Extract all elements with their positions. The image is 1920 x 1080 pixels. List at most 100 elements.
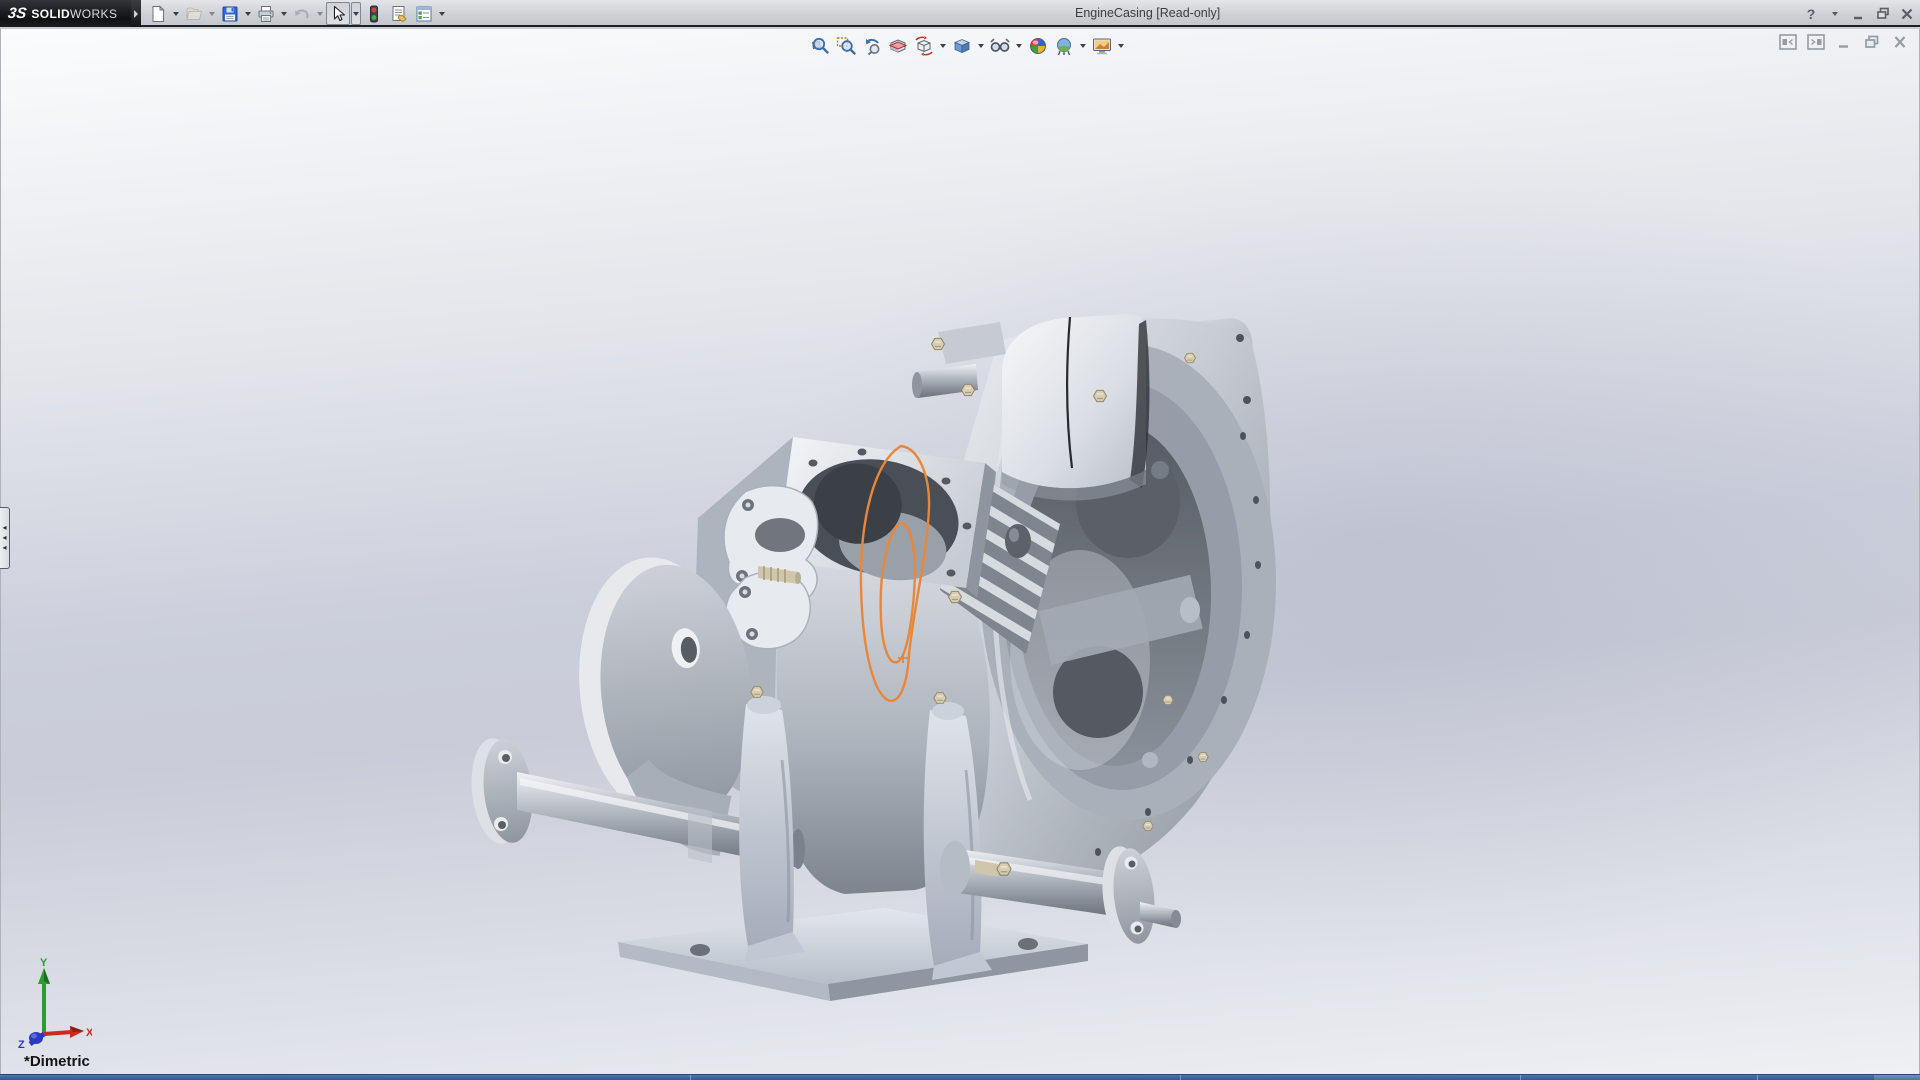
options-icon <box>415 5 433 23</box>
print-dropdown[interactable] <box>279 2 289 25</box>
menu-expand-button[interactable] <box>131 0 141 27</box>
view-orientation-label: *Dimetric <box>24 1053 90 1070</box>
previous-view-icon <box>862 36 882 56</box>
zoom-to-fit-icon <box>810 36 830 56</box>
help-button[interactable]: ? <box>1802 5 1820 23</box>
apply-scene-dropdown[interactable] <box>1078 34 1088 58</box>
status-separator <box>690 1075 691 1080</box>
rebuild-button[interactable] <box>362 2 386 25</box>
svg-text:Z: Z <box>18 1039 25 1048</box>
collapse-pane-right-button[interactable] <box>1806 33 1826 51</box>
restore-document-button[interactable] <box>1862 33 1882 51</box>
undo-button[interactable] <box>290 2 314 25</box>
solidworks-logo-text: SOLIDWORKS <box>31 7 117 21</box>
open-folder-icon <box>185 5 203 23</box>
pane-left-icon <box>1779 34 1797 50</box>
reference-triad: Y X Z <box>16 956 92 1053</box>
minimize-icon <box>1835 34 1853 50</box>
glasses-icon <box>990 36 1010 56</box>
open-dropdown[interactable] <box>207 2 217 25</box>
triad-z-axis: Z <box>18 1032 44 1048</box>
solidworks-window: ◂ ◂ ◂ Y X Z *Dimetri <box>0 0 1920 1080</box>
close-document-button[interactable] <box>1890 33 1910 51</box>
svg-text:Y: Y <box>40 957 48 969</box>
view-settings-icon <box>1092 36 1112 56</box>
collapse-arrow-icon: ◂ <box>2 545 6 551</box>
menu-expand-icon <box>134 10 138 18</box>
zoom-to-fit-button[interactable] <box>808 34 832 58</box>
window-title: EngineCasing [Read-only] <box>1075 6 1220 20</box>
apply-scene-icon <box>1054 36 1074 56</box>
apply-scene-button[interactable] <box>1052 34 1076 58</box>
title-bar: 3S SOLIDWORKS <box>0 0 1920 27</box>
document-window-controls <box>1778 33 1910 51</box>
restore-icon <box>1863 34 1881 50</box>
view-orientation-icon <box>914 36 934 56</box>
pane-right-icon <box>1807 34 1825 50</box>
file-properties-button[interactable] <box>387 2 411 25</box>
new-document-icon <box>149 5 167 23</box>
collapse-arrow-icon: ◂ <box>2 525 6 531</box>
open-button[interactable] <box>182 2 206 25</box>
options-button[interactable] <box>412 2 436 25</box>
select-button[interactable] <box>326 2 350 25</box>
appearance-ball-icon <box>1028 36 1048 56</box>
minimize-window-icon <box>1852 7 1866 21</box>
undo-icon <box>293 5 311 23</box>
save-button[interactable] <box>218 2 242 25</box>
svg-text:X: X <box>86 1027 92 1039</box>
print-icon <box>257 5 275 23</box>
minimize-window-button[interactable] <box>1850 5 1868 23</box>
print-button[interactable] <box>254 2 278 25</box>
undo-dropdown[interactable] <box>315 2 325 25</box>
hide-show-items-dropdown[interactable] <box>1014 34 1024 58</box>
resize-grip[interactable] <box>1874 1075 1920 1080</box>
viewport-gradient <box>1 29 1919 1074</box>
select-dropdown[interactable] <box>351 2 361 25</box>
view-orientation-dropdown[interactable] <box>938 34 948 58</box>
restore-window-button[interactable] <box>1874 5 1892 23</box>
triad-y-axis: Y <box>38 957 50 1034</box>
triad-x-axis: X <box>44 1026 92 1039</box>
close-icon <box>1891 34 1909 50</box>
status-separator <box>1757 1075 1758 1080</box>
save-dropdown[interactable] <box>243 2 253 25</box>
minimize-document-button[interactable] <box>1834 33 1854 51</box>
previous-view-button[interactable] <box>860 34 884 58</box>
display-style-button[interactable] <box>950 34 974 58</box>
feature-panel-collapsed-tab[interactable]: ◂ ◂ ◂ <box>0 507 10 569</box>
hide-show-items-button[interactable] <box>988 34 1012 58</box>
zoom-to-area-button[interactable] <box>834 34 858 58</box>
save-icon <box>221 5 239 23</box>
graphics-viewport[interactable] <box>0 29 1920 1074</box>
solidworks-logo: 3S SOLIDWORKS <box>0 0 131 27</box>
help-dropdown[interactable] <box>1826 5 1844 23</box>
collapse-arrow-icon: ◂ <box>2 535 6 541</box>
close-window-button[interactable] <box>1898 5 1916 23</box>
options-dropdown[interactable] <box>437 2 447 25</box>
solidworks-logo-mark: 3S <box>7 5 28 22</box>
view-orientation-button[interactable] <box>912 34 936 58</box>
status-separator <box>1520 1075 1521 1080</box>
display-style-dropdown[interactable] <box>976 34 986 58</box>
edit-appearance-button[interactable] <box>1026 34 1050 58</box>
file-properties-icon <box>390 5 408 23</box>
status-separator <box>1180 1075 1181 1080</box>
new-document-dropdown[interactable] <box>171 2 181 25</box>
heads-up-view-toolbar <box>808 34 1126 58</box>
collapse-pane-left-button[interactable] <box>1778 33 1798 51</box>
restore-window-icon <box>1876 7 1890 21</box>
select-cursor-icon <box>329 5 347 23</box>
section-view-icon <box>888 36 908 56</box>
status-bar <box>0 1074 1920 1080</box>
section-view-button[interactable] <box>886 34 910 58</box>
close-window-icon <box>1900 7 1914 21</box>
rebuild-traffic-light-icon <box>365 5 383 23</box>
new-document-button[interactable] <box>146 2 170 25</box>
standard-toolbar <box>146 2 447 25</box>
window-controls: ? <box>1802 0 1916 27</box>
display-style-icon <box>952 36 972 56</box>
view-settings-button[interactable] <box>1090 34 1114 58</box>
zoom-to-area-icon <box>836 36 856 56</box>
view-settings-dropdown[interactable] <box>1116 34 1126 58</box>
